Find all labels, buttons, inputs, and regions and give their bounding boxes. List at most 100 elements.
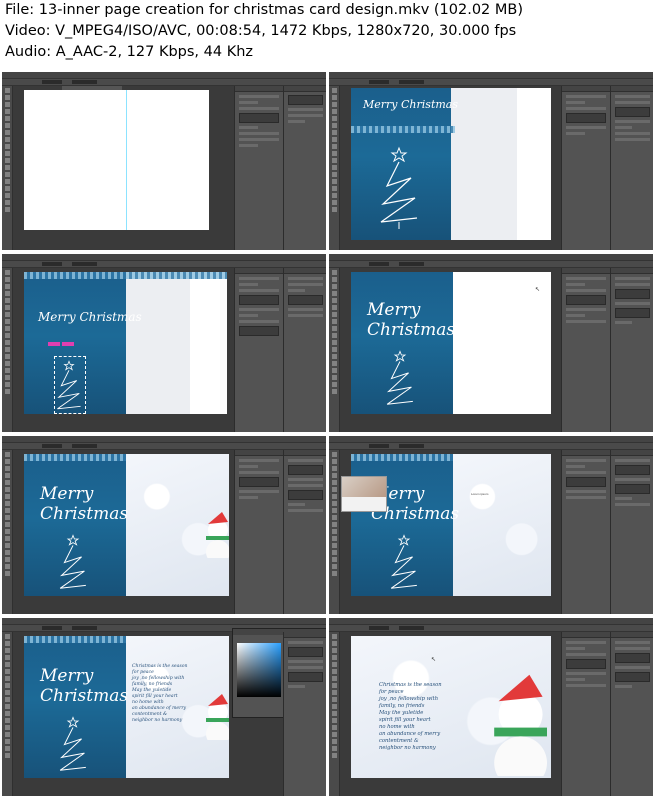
merry-text: Merry	[38, 310, 76, 324]
menu-bar[interactable]	[2, 72, 326, 85]
menu-bar[interactable]	[329, 254, 653, 267]
christmas-text: Christmas	[79, 310, 142, 324]
layers-panel[interactable]	[610, 632, 653, 796]
pink-label	[48, 342, 60, 346]
merry-christmas-title: Merry Christmas	[363, 98, 458, 111]
preview-image	[342, 477, 386, 497]
christmas-text: Christmas	[401, 98, 458, 111]
layers-panel[interactable]	[610, 450, 653, 614]
cursor-icon: ↖	[431, 657, 437, 663]
snowflake-pattern	[351, 454, 453, 461]
pink-label	[62, 342, 74, 346]
layers-panel[interactable]	[610, 268, 653, 432]
snowflake-pattern	[24, 636, 126, 643]
verse-line: spirit fill your heart	[379, 717, 431, 723]
thumbnail-7: Merry Christmas Christmas is the season f…	[2, 618, 326, 796]
snowflake-pattern	[351, 126, 455, 133]
christmas-text: Christmas	[40, 686, 129, 706]
thumbnail-4: Merry Christmas ↖	[329, 254, 653, 432]
tools-panel[interactable]	[2, 268, 13, 432]
properties-panel[interactable]	[234, 86, 283, 250]
thumbnail-8: Christmas is the season for peace joy ,n…	[329, 618, 653, 796]
christmas-tree-icon	[59, 716, 86, 771]
options-bar[interactable]	[329, 625, 653, 632]
tools-panel[interactable]	[329, 632, 340, 796]
options-bar[interactable]	[2, 261, 326, 268]
verse-line: family, no friends	[379, 703, 425, 709]
verse-line: joy ,no fellowship with	[379, 696, 439, 702]
verse-line: contentment &	[379, 738, 419, 744]
verse-line: Christmas is the season	[379, 682, 442, 688]
menu-bar[interactable]	[2, 436, 326, 449]
document-canvas[interactable]: Christmas is the season for peace joy ,n…	[351, 636, 551, 778]
document-canvas[interactable]	[24, 90, 209, 230]
tools-panel[interactable]	[2, 86, 13, 250]
snowflake-pattern	[24, 272, 227, 279]
christmas-tree-icon	[390, 534, 417, 589]
audio-info-line: Audio: A_AAC-2, 127 Kbps, 44 Khz	[5, 44, 254, 60]
menu-bar[interactable]	[329, 72, 653, 85]
snowman-icon	[206, 694, 229, 740]
menu-bar[interactable]	[2, 618, 326, 631]
tools-panel[interactable]	[329, 268, 340, 432]
inner-page-background	[453, 454, 551, 596]
document-canvas[interactable]: Merry Christmas Christmas is the season f…	[24, 636, 229, 778]
christmas-tree-icon	[386, 350, 413, 405]
options-bar[interactable]	[2, 79, 326, 86]
thumbnail-5: Merry Christmas	[2, 436, 326, 614]
file-info-line: File: 13-inner page creation for christm…	[5, 2, 523, 18]
layers-panel[interactable]	[283, 450, 326, 614]
thumbnail-grid: Merry Christmas Merry Christmas Merry Ch…	[0, 72, 654, 800]
menu-bar[interactable]	[329, 618, 653, 631]
tools-panel[interactable]	[2, 450, 13, 614]
christmas-tree-icon	[380, 146, 418, 229]
properties-panel[interactable]	[561, 632, 610, 796]
properties-panel[interactable]	[561, 450, 610, 614]
verse-line: May the yuletide	[379, 710, 424, 716]
properties-panel[interactable]	[234, 268, 283, 432]
image-preview-popup[interactable]	[341, 476, 387, 512]
center-guide	[126, 90, 127, 230]
menu-bar[interactable]	[329, 436, 653, 449]
merry-text: Merry	[40, 666, 94, 686]
menu-bar[interactable]	[2, 254, 326, 267]
properties-panel[interactable]	[234, 450, 283, 614]
verse-line: an abundance of merry	[379, 731, 441, 737]
document-canvas[interactable]: Merry Christmas	[24, 454, 229, 596]
options-bar[interactable]	[2, 443, 326, 450]
options-bar[interactable]	[329, 261, 653, 268]
layers-panel[interactable]	[283, 268, 326, 432]
christmas-tree-icon	[57, 360, 81, 410]
verse-line: neighbor no harmony	[132, 718, 183, 723]
merry-text: Merry	[40, 484, 94, 504]
verse-line: for peace	[379, 689, 404, 695]
tools-panel[interactable]	[2, 632, 13, 796]
document-canvas[interactable]: Merry Christmas ↖	[351, 272, 551, 414]
tools-panel[interactable]	[329, 86, 340, 250]
thumbnail-3: Merry Christmas	[2, 254, 326, 432]
properties-panel[interactable]	[561, 268, 610, 432]
snowflake-pattern	[24, 454, 126, 461]
merry-text: Merry	[367, 300, 421, 320]
cursor-icon: ↖	[535, 287, 541, 293]
video-info-line: Video: V_MPEG4/ISO/AVC, 00:08:54, 1472 K…	[5, 23, 517, 39]
christmas-tree-icon	[59, 534, 86, 589]
options-bar[interactable]	[329, 443, 653, 450]
verse-line: no home with	[379, 724, 415, 730]
layers-panel[interactable]	[283, 86, 326, 250]
layers-panel[interactable]	[283, 632, 326, 796]
document-canvas[interactable]: Merry Christmas	[351, 88, 551, 240]
properties-panel[interactable]	[561, 86, 610, 250]
layers-panel[interactable]	[610, 86, 653, 250]
tools-panel[interactable]	[329, 450, 340, 614]
color-field[interactable]	[237, 643, 281, 697]
christmas-text: Christmas	[40, 504, 129, 524]
verse-text-block: Christmas is the season for peace joy ,n…	[132, 664, 187, 724]
options-bar[interactable]	[329, 79, 653, 86]
document-canvas[interactable]: Merry Christmas	[24, 272, 227, 414]
merry-christmas-title: Merry Christmas	[367, 300, 455, 340]
merry-christmas-title: Merry Christmas	[38, 310, 142, 324]
snowman-icon	[494, 674, 547, 776]
thumbnail-6: Merry Christmas Lorem ipsum	[329, 436, 653, 614]
inner-page-background	[451, 88, 517, 240]
